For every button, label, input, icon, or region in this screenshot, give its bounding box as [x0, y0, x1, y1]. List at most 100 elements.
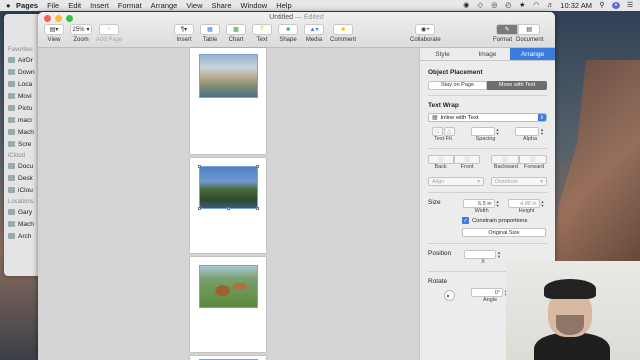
text-button[interactable]: T	[252, 24, 272, 35]
user-avatar-icon[interactable]: •	[612, 2, 620, 9]
wifi-icon[interactable]: ◠	[532, 2, 540, 9]
height-stepper-icon[interactable]: ▲ ▼	[541, 199, 546, 208]
text-fit-shape-button[interactable]: △	[443, 127, 455, 136]
spacing-label: Spacing	[475, 136, 496, 142]
add-page-control[interactable]: + Add Page	[96, 24, 122, 43]
comment-control[interactable]: ■ Comment	[330, 24, 356, 43]
menu-edit[interactable]: Edit	[68, 1, 81, 10]
height-field[interactable]: 4.88 in	[507, 199, 540, 208]
screen-record-icon[interactable]: ◉	[462, 2, 470, 9]
object-placement-title: Object Placement	[428, 69, 483, 76]
document-page[interactable]	[190, 257, 266, 352]
search-icon[interactable]: ⚲	[598, 2, 606, 9]
menu-help[interactable]: Help	[276, 1, 291, 10]
chart-control[interactable]: ▩ Chart	[226, 24, 246, 43]
selection-handle[interactable]	[198, 165, 201, 168]
rotate-dial-dot	[447, 295, 449, 297]
dropbox-icon[interactable]: ◇	[476, 2, 484, 9]
original-size-button[interactable]: Original Size	[462, 228, 546, 237]
table-control[interactable]: ▦ Table	[200, 24, 220, 43]
width-stepper-icon[interactable]: ▲ ▼	[496, 199, 501, 208]
menu-window[interactable]: Window	[241, 1, 268, 10]
text-control[interactable]: T Text	[252, 24, 272, 43]
menu-insert[interactable]: Insert	[90, 1, 109, 10]
zoom-control[interactable]: 25% ▾ Zoom	[70, 24, 92, 43]
menubar-clock[interactable]: 10:32 AM	[560, 1, 592, 10]
text-wrap-select[interactable]: ▦ Inline with Text ⇕	[428, 113, 547, 122]
document-title[interactable]: Untitled	[269, 14, 293, 21]
text-fit-box-button[interactable]: □	[431, 127, 443, 136]
selection-handle[interactable]	[256, 207, 259, 210]
bring-forward-button[interactable]: ◫	[519, 155, 547, 164]
collaborate-control[interactable]: ◉+ Collaborate	[410, 24, 441, 43]
document-canvas[interactable]	[38, 48, 419, 360]
highland-cattle-photo[interactable]	[199, 265, 258, 308]
spacing-stepper-icon[interactable]: ▲ ▼	[496, 127, 501, 136]
menu-format[interactable]: Format	[118, 1, 142, 10]
selection-handle[interactable]	[227, 207, 230, 210]
shape-button[interactable]: ■	[278, 24, 298, 35]
table-button[interactable]: ▦	[200, 24, 220, 35]
selection-handle[interactable]	[198, 207, 201, 210]
spacing-field[interactable]	[470, 127, 495, 136]
bluetooth-icon[interactable]: ★	[518, 2, 526, 9]
format-label: Format	[493, 37, 513, 43]
view-label: View	[47, 37, 61, 43]
menu-arrange[interactable]: Arrange	[151, 1, 178, 10]
send-backward-icon: ◫	[502, 156, 508, 163]
menu-view[interactable]: View	[186, 1, 202, 10]
alpha-stepper-icon[interactable]: ▲ ▼	[540, 127, 545, 136]
document-page[interactable]	[190, 356, 266, 360]
constrain-checkbox[interactable]: ✓	[462, 217, 469, 224]
media-button[interactable]: ▲▾	[304, 24, 324, 35]
move-with-text-button[interactable]: Move with Text	[487, 80, 547, 90]
computer-icon	[8, 209, 15, 215]
shape-control[interactable]: ■ Shape	[278, 24, 298, 43]
clock-status-icon[interactable]: ◴	[504, 2, 512, 9]
menu-share[interactable]: Share	[211, 1, 231, 10]
view-control[interactable]: ▤▾ View	[44, 24, 64, 43]
tab-arrange[interactable]: Arrange	[510, 48, 555, 60]
zoom-select[interactable]: 25% ▾	[70, 24, 92, 35]
chart-button[interactable]: ▩	[226, 24, 246, 35]
format-button[interactable]: ✎	[496, 24, 519, 35]
x-stepper-icon[interactable]: ▲ ▼	[497, 250, 502, 259]
media-control[interactable]: ▲▾ Media	[304, 24, 324, 43]
align-select[interactable]: Align ▾	[428, 177, 484, 186]
bring-to-front-button[interactable]: ◫	[454, 155, 480, 164]
document-button[interactable]: ▤	[518, 24, 541, 35]
document-page[interactable]	[190, 158, 266, 253]
control-center-icon[interactable]: ☰	[626, 2, 634, 9]
collaborate-icon: ◉+	[420, 27, 430, 33]
view-button[interactable]: ▤▾	[44, 24, 64, 35]
collaborate-button[interactable]: ◉+	[415, 24, 436, 35]
width-field[interactable]: 6.5 in	[462, 199, 495, 208]
position-x-field[interactable]	[464, 250, 496, 259]
selection-handle[interactable]	[256, 165, 259, 168]
rotate-dial[interactable]	[444, 290, 455, 301]
constrain-label: Constrain proportions	[472, 217, 528, 224]
send-backward-button[interactable]: ◫	[491, 155, 519, 164]
align-label: Align	[432, 178, 445, 185]
apple-menu-icon[interactable]: ●	[6, 1, 16, 10]
distribute-select[interactable]: Distribute ▾	[491, 177, 547, 186]
comment-button[interactable]: ■	[333, 24, 353, 35]
document-page[interactable]	[190, 48, 266, 154]
stay-on-page-button[interactable]: Stay on Page	[428, 80, 488, 90]
menu-file[interactable]: File	[47, 1, 59, 10]
add-page-button[interactable]: +	[99, 24, 120, 35]
volume-icon[interactable]: ♬	[546, 2, 554, 9]
angle-field[interactable]: 0°	[471, 288, 503, 297]
finder-item-label: macr	[18, 116, 33, 124]
fountain-photo[interactable]	[199, 54, 258, 98]
insert-control[interactable]: ¶▾ Insert	[174, 24, 194, 43]
tab-image[interactable]: Image	[465, 48, 510, 60]
menu-pages[interactable]: Pages	[16, 1, 38, 10]
eye-icon[interactable]: ◎	[490, 2, 498, 9]
alpha-field[interactable]	[515, 127, 539, 136]
tab-style[interactable]: Style	[420, 48, 465, 60]
insert-button[interactable]: ¶▾	[174, 24, 194, 35]
cliff-castle-photo[interactable]	[198, 165, 259, 210]
send-to-back-button[interactable]: ◫	[428, 155, 454, 164]
insert-label: Insert	[176, 37, 192, 43]
